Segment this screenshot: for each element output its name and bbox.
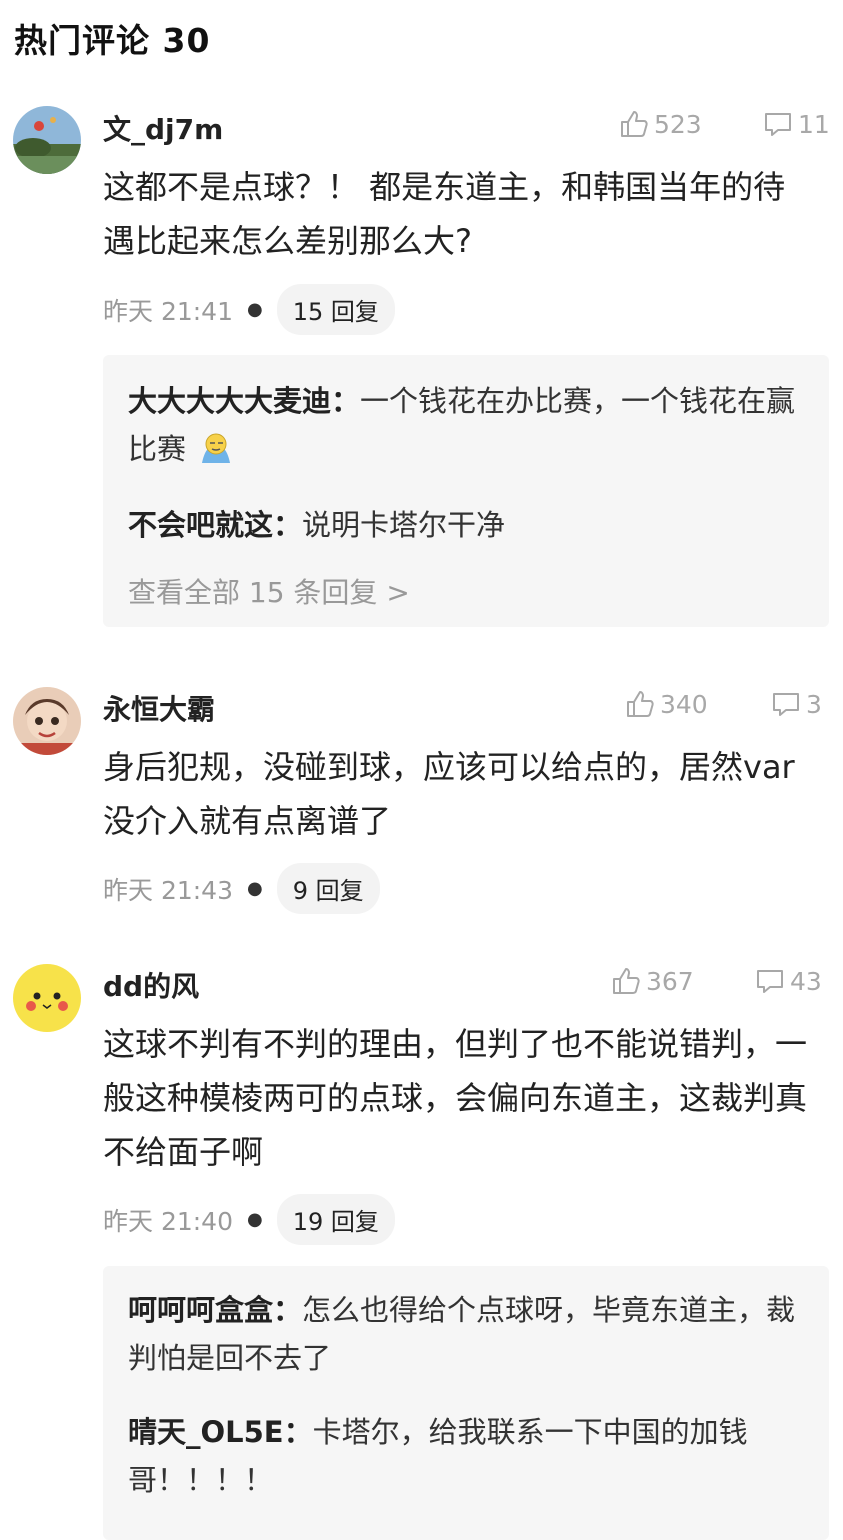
comment-text: 身后犯规，没碰到球，应该可以给点的，居然var没介入就有点离谱了 <box>103 748 795 840</box>
comment-meta: 昨天 21:43 ● 9 回复 <box>103 863 380 914</box>
like-button[interactable]: 523 <box>618 108 702 140</box>
comment-icon <box>757 970 783 993</box>
separator-dot: ● <box>247 299 263 320</box>
avatar[interactable] <box>13 964 81 1032</box>
sub-reply[interactable]: 不会吧就这：说明卡塔尔干净 <box>128 501 808 549</box>
comment-time: 昨天 21:43 <box>103 875 233 905</box>
comment-icon <box>765 113 791 136</box>
reply-count: 43 <box>790 966 822 996</box>
comment-meta: 昨天 21:40 ● 19 回复 <box>103 1194 395 1245</box>
sub-reply-text: 说明卡塔尔干净 <box>302 508 506 542</box>
username[interactable]: 文_dj7m <box>103 108 223 148</box>
reply-preview: 大大大大大麦迪：一个钱花在办比赛，一个钱花在赢比赛 不会吧就这：说明卡塔尔干净 … <box>103 355 829 627</box>
comments-page: 热门评论 30 文_dj7m 523 11 这都不是点球？！ 都是东道主，和韩国… <box>0 0 843 1540</box>
reply-button[interactable]: 11 <box>762 108 830 140</box>
like-button[interactable]: 340 <box>624 688 708 720</box>
sub-reply[interactable]: 晴天_OL5E：卡塔尔，给我联系一下中国的加钱哥！！！！ <box>128 1408 808 1504</box>
like-count: 523 <box>654 109 702 139</box>
sub-reply[interactable]: 大大大大大麦迪：一个钱花在办比赛，一个钱花在赢比赛 <box>128 377 808 473</box>
thumbs-up-icon <box>613 968 640 994</box>
view-replies-button[interactable]: 19 回复 <box>276 1194 395 1245</box>
sub-reply-user[interactable]: 大大大大大麦迪： <box>128 384 360 418</box>
separator-dot: ● <box>247 1209 263 1230</box>
sub-reply-user[interactable]: 晴天_OL5E： <box>128 1415 313 1449</box>
like-count: 340 <box>660 689 708 719</box>
comment-icon <box>773 693 799 716</box>
like-count: 367 <box>646 966 694 996</box>
avatar[interactable] <box>13 687 81 755</box>
like-button[interactable]: 367 <box>610 965 694 997</box>
comment-meta: 昨天 21:41 ● 15 回复 <box>103 284 395 335</box>
sub-reply[interactable]: 呵呵呵盒盒：怎么也得给个点球呀，毕竟东道主，裁判怕是回不去了 <box>128 1286 808 1382</box>
reply-count: 3 <box>806 689 822 719</box>
separator-dot: ● <box>247 878 263 899</box>
view-all-replies-link[interactable]: 查看全部 15 条回复 > <box>128 571 410 611</box>
sub-reply-user[interactable]: 呵呵呵盒盒： <box>128 1293 302 1327</box>
username[interactable]: 永恒大霸 <box>103 688 215 728</box>
reply-preview: 呵呵呵盒盒：怎么也得给个点球呀，毕竟东道主，裁判怕是回不去了 晴天_OL5E：卡… <box>103 1266 829 1540</box>
section-title: 热门评论 30 <box>14 21 211 60</box>
reply-count: 11 <box>798 109 830 139</box>
comment-text: 这球不判有不判的理由，但判了也不能说错判，一般这种模棱两可的点球，会偏向东道主，… <box>103 1025 808 1171</box>
reply-button[interactable]: 3 <box>770 688 822 720</box>
doge-emoji <box>202 433 231 463</box>
thumbs-up-icon <box>621 111 648 137</box>
comment-text: 这都不是点球？！ 都是东道主，和韩国当年的待遇比起来怎么差别那么大? <box>103 168 786 260</box>
reply-button[interactable]: 43 <box>754 965 822 997</box>
username[interactable]: dd的风 <box>103 965 199 1005</box>
avatar[interactable] <box>13 106 81 174</box>
view-replies-button[interactable]: 9 回复 <box>276 863 380 914</box>
comment-time: 昨天 21:41 <box>103 296 233 326</box>
sub-reply-user[interactable]: 不会吧就这： <box>128 508 302 542</box>
comment-time: 昨天 21:40 <box>103 1206 233 1236</box>
thumbs-up-icon <box>627 691 654 717</box>
view-replies-button[interactable]: 15 回复 <box>276 284 395 335</box>
